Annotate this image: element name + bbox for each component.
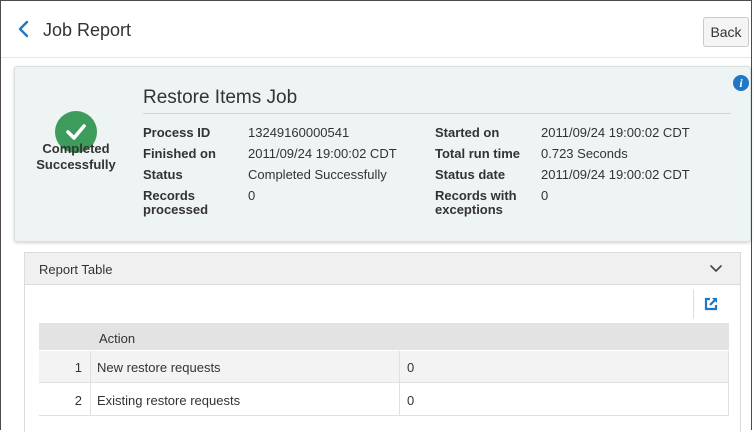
started-on-label: Started on	[435, 125, 500, 140]
records-processed-value: 0	[248, 188, 256, 203]
info-icon[interactable]: i	[733, 75, 749, 91]
row-index: 2	[74, 393, 82, 408]
finished-on-label: Finished on	[143, 146, 216, 161]
column-divider	[728, 351, 729, 416]
row-value: 0	[407, 393, 415, 408]
records-processed-label: Records processed	[143, 188, 209, 217]
table-header-row	[39, 323, 729, 350]
column-divider	[90, 351, 91, 416]
page-title: Job Report	[43, 20, 132, 40]
row-action: New restore requests	[97, 360, 221, 375]
started-on-value: 2011/09/24 19:00:02 CDT	[541, 125, 690, 140]
status-date-label: Status date	[435, 167, 506, 182]
chevron-down-icon[interactable]	[710, 265, 722, 273]
column-divider	[399, 351, 400, 416]
status-date-value: 2011/09/24 19:00:02 CDT	[541, 167, 690, 182]
job-title: Restore Items Job	[143, 87, 298, 108]
total-run-time-label: Total run time	[435, 146, 520, 161]
row-action: Existing restore requests	[97, 393, 241, 408]
chevron-left-icon[interactable]	[16, 20, 30, 38]
status-text: Completed Successfully	[36, 141, 116, 172]
total-run-time-value: 0.723 Seconds	[541, 146, 628, 161]
process-id-value: 13249160000541	[248, 125, 350, 140]
records-exceptions-label: Records with exceptions	[435, 188, 517, 217]
row-value: 0	[407, 360, 415, 375]
export-icon[interactable]	[704, 297, 718, 311]
toolbar-divider	[693, 289, 694, 319]
column-header-action[interactable]: Action	[99, 331, 135, 346]
row-index: 1	[74, 360, 82, 375]
report-table-title: Report Table	[39, 262, 113, 277]
process-id-label: Process ID	[143, 125, 211, 140]
status-label: Status	[143, 167, 183, 182]
back-button[interactable]: Back	[703, 17, 749, 47]
finished-on-value: 2011/09/24 19:00:02 CDT	[248, 146, 397, 161]
records-exceptions-value: 0	[541, 188, 549, 203]
report-table-header[interactable]	[25, 253, 740, 285]
divider	[143, 113, 731, 114]
status-value: Completed Successfully	[248, 167, 387, 182]
